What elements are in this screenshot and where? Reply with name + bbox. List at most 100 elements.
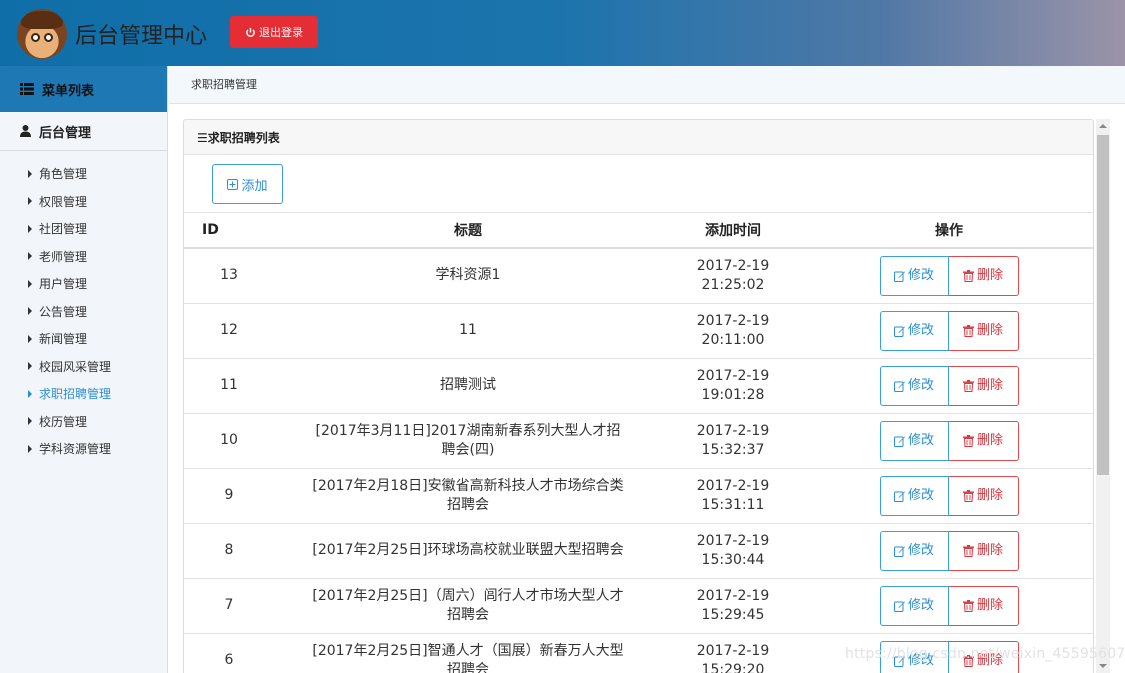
sidebar-item-subject-resources[interactable]: 学科资源管理 (0, 435, 167, 463)
caret-right-icon (28, 224, 32, 233)
edit-icon (893, 436, 905, 447)
app-title: 后台管理中心 (75, 24, 208, 49)
edit-button[interactable]: 修改 (879, 365, 949, 406)
row-id: 10 (184, 413, 274, 469)
row-id: 8 (184, 523, 274, 579)
sidebar-group-admin[interactable]: 后台管理 (0, 112, 167, 151)
sidebar-item-roles[interactable]: 角色管理 (0, 160, 167, 188)
row-time: 2017-2-19 21:25:02 (662, 248, 804, 304)
logout-button[interactable]: 退出登录 (230, 16, 318, 48)
sidebar-item-label: 公告管理 (39, 304, 88, 319)
row-title: [2017年2月25日]环球场高校就业联盟大型招聘会 (274, 523, 662, 579)
table-row: 11 招聘测试 2017-2-19 19:01:28 修改 删除 (184, 358, 1093, 414)
row-clock: 15:32:37 (701, 441, 765, 458)
panel-title: ☰求职招聘列表 (184, 120, 1093, 155)
sidebar-item-permissions[interactable]: 权限管理 (0, 188, 167, 216)
sidebar-item-teachers[interactable]: 老师管理 (0, 243, 167, 271)
row-actions: 修改 删除 (804, 578, 1093, 634)
delete-button[interactable]: 删除 (948, 310, 1019, 351)
trash-icon (962, 489, 974, 502)
row-title: 11 (274, 303, 662, 359)
edit-label: 修改 (907, 378, 934, 393)
column-header-id: ID (184, 213, 274, 249)
sidebar-item-label: 校园风采管理 (39, 359, 112, 374)
edit-label: 修改 (907, 323, 934, 338)
edit-label: 修改 (907, 488, 934, 503)
table-row: 13 学科资源1 2017-2-19 21:25:02 修改 删除 (184, 248, 1093, 304)
list-panel: ☰求职招聘列表 添加 ID 标题 添加时间 操作 13 学科资源1 2017-2-1… (183, 119, 1094, 673)
sidebar-item-calendar[interactable]: 校历管理 (0, 408, 167, 436)
row-clock: 15:29:20 (701, 661, 765, 673)
power-icon (246, 27, 255, 37)
row-actions: 修改 删除 (804, 523, 1093, 579)
scroll-thumb[interactable] (1097, 135, 1109, 475)
top-header: 后台管理中心 退出登录 (0, 0, 1125, 66)
row-time: 2017-2-19 15:29:45 (662, 578, 804, 634)
edit-icon (893, 491, 905, 502)
scroll-up-arrow-icon[interactable] (1096, 119, 1110, 133)
row-title: [2017年2月25日]智通人才（国展）新春万人大型招聘会 (274, 633, 662, 673)
caret-right-icon (28, 169, 32, 178)
row-date: 2017-2-19 (696, 312, 770, 329)
edit-icon (893, 326, 905, 337)
delete-button[interactable]: 删除 (948, 255, 1019, 296)
edit-icon (893, 546, 905, 557)
row-id: 12 (184, 303, 274, 359)
table-row: 12 11 2017-2-19 20:11:00 修改 删除 (184, 303, 1093, 359)
caret-right-icon (28, 417, 32, 426)
edit-button[interactable]: 修改 (879, 475, 949, 516)
trash-icon (962, 269, 974, 282)
delete-label: 删除 (976, 598, 1003, 613)
panel-toolbar: 添加 (184, 155, 1093, 213)
edit-button[interactable]: 修改 (879, 255, 949, 296)
edit-icon (893, 271, 905, 282)
edit-label: 修改 (907, 268, 934, 284)
delete-button[interactable]: 删除 (948, 365, 1019, 406)
edit-button[interactable]: 修改 (879, 420, 949, 461)
row-title: 学科资源1 (274, 248, 662, 304)
sidebar-item-users[interactable]: 用户管理 (0, 270, 167, 298)
edit-button[interactable]: 修改 (879, 585, 949, 626)
row-clock: 15:31:11 (701, 496, 765, 513)
sidebar-nav: 角色管理 权限管理 社团管理 老师管理 用户管理 公告管理 新闻管理 校园风采管… (0, 151, 167, 463)
row-date: 2017-2-19 (696, 642, 770, 659)
sidebar-item-label: 社团管理 (39, 222, 88, 237)
caret-right-icon (28, 334, 32, 343)
row-date: 2017-2-19 (696, 532, 770, 549)
edit-button[interactable]: 修改 (879, 530, 949, 571)
breadcrumb: 求职招聘管理 (169, 66, 1125, 104)
row-date: 2017-2-19 (696, 587, 770, 604)
sidebar-item-clubs[interactable]: 社团管理 (0, 215, 167, 243)
row-date: 2017-2-19 (696, 257, 770, 274)
delete-button[interactable]: 删除 (948, 475, 1019, 516)
sidebar-item-campus-gallery[interactable]: 校园风采管理 (0, 353, 167, 381)
row-date: 2017-2-19 (696, 477, 770, 494)
row-time: 2017-2-19 15:31:11 (662, 468, 804, 524)
caret-right-icon (28, 197, 32, 206)
sidebar-item-recruitment[interactable]: 求职招聘管理 (0, 380, 167, 408)
delete-button[interactable]: 删除 (948, 585, 1019, 626)
sidebar-item-label: 权限管理 (39, 194, 88, 209)
sidebar-item-label: 新闻管理 (39, 332, 88, 347)
sidebar-item-label: 校历管理 (39, 414, 88, 429)
delete-button[interactable]: 删除 (948, 420, 1019, 461)
sidebar-item-announcements[interactable]: 公告管理 (0, 298, 167, 326)
column-header-time: 添加时间 (662, 213, 804, 249)
caret-right-icon (28, 279, 32, 288)
vertical-scrollbar[interactable] (1096, 119, 1110, 673)
row-clock: 19:01:28 (701, 386, 765, 403)
row-id: 9 (184, 468, 274, 524)
edit-label: 修改 (907, 433, 934, 448)
column-header-title: 标题 (274, 213, 662, 249)
row-id: 6 (184, 633, 274, 673)
sidebar-item-news[interactable]: 新闻管理 (0, 325, 167, 353)
caret-right-icon (28, 307, 32, 316)
avatar (17, 9, 67, 59)
delete-label: 删除 (976, 323, 1003, 338)
delete-button[interactable]: 删除 (948, 530, 1019, 571)
list-icon (20, 83, 34, 95)
row-clock: 15:29:45 (701, 606, 765, 623)
sidebar-item-label: 老师管理 (39, 249, 88, 264)
edit-button[interactable]: 修改 (879, 310, 949, 351)
add-button[interactable]: 添加 (212, 164, 283, 204)
